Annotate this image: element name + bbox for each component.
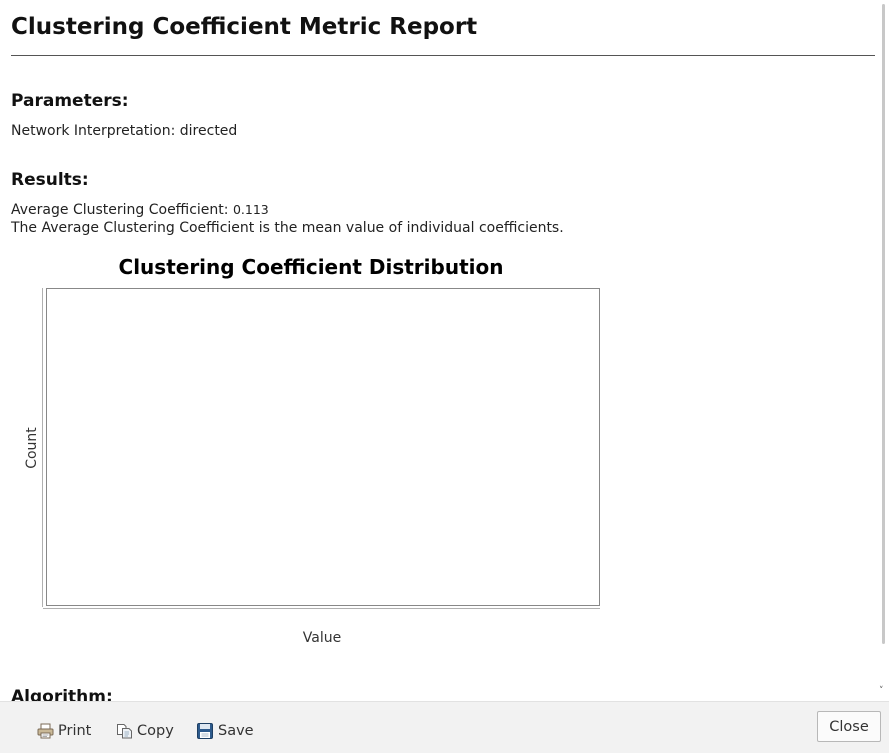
clustering-distribution-chart: Clustering Coefficient Distribution Valu… [24,255,600,646]
copy-button[interactable]: Copy [115,720,174,742]
plot-area [46,288,600,606]
copy-label: Copy [137,723,174,739]
algorithm-heading: Algorithm: [11,687,113,701]
vertical-scrollbar[interactable]: ˅ [877,0,889,701]
network-interpretation-label: Network Interpretation: [11,123,176,139]
scroll-down-arrow-icon[interactable]: ˅ [879,686,884,696]
close-button[interactable]: Close [817,711,881,742]
network-interpretation-value: directed [179,123,238,139]
floppy-disk-icon [196,722,214,740]
network-interpretation-line: Network Interpretation: directed [11,122,237,140]
save-button[interactable]: Save [196,720,254,742]
x-axis-label: Value [303,630,341,646]
bottom-toolbar: Print Copy Save Close [0,701,889,753]
report-content: Clustering Coefficient Metric Report Par… [0,0,877,701]
average-coefficient-label: Average Clustering Coefficient: [11,202,229,218]
print-label: Print [58,723,92,739]
y-axis-label: Count [24,427,40,469]
title-divider [11,55,875,56]
scrollbar-thumb[interactable] [882,4,885,644]
average-coefficient-value: 0.113 [232,202,269,217]
report-window: Clustering Coefficient Metric Report Par… [0,0,889,753]
chart-title: Clustering Coefficient Distribution [119,255,504,279]
print-button[interactable]: Print [36,720,91,742]
average-coefficient-line: Average Clustering Coefficient: 0.113 [11,201,269,219]
report-title: Clustering Coefficient Metric Report [11,14,478,40]
average-coefficient-description: The Average Clustering Coefficient is th… [11,220,564,236]
parameters-heading: Parameters: [11,91,129,111]
copy-icon [115,722,133,740]
printer-icon [36,722,54,740]
results-heading: Results: [11,170,89,190]
save-label: Save [218,723,254,739]
